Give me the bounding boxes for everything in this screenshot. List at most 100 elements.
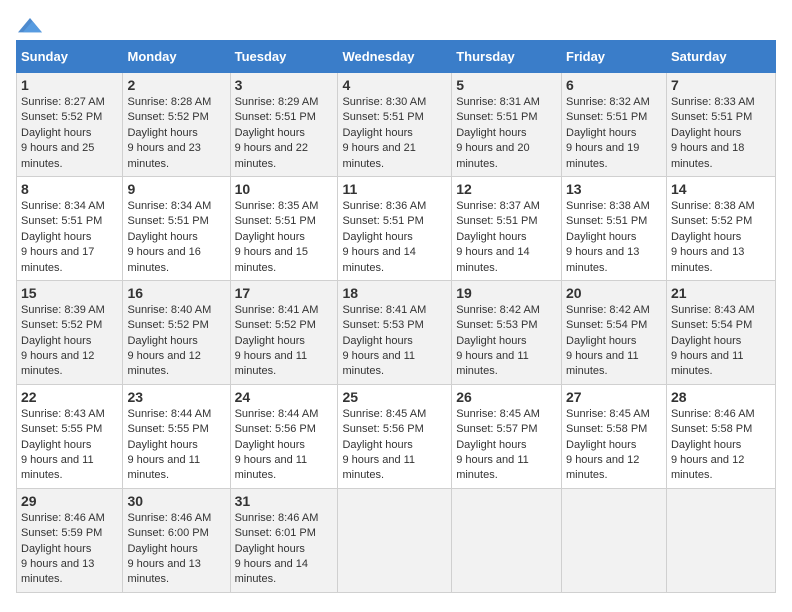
calendar-cell: 23 Sunrise: 8:44 AM Sunset: 5:55 PM Dayl… [123, 384, 230, 488]
calendar-cell: 12 Sunrise: 8:37 AM Sunset: 5:51 PM Dayl… [452, 176, 562, 280]
day-info: Sunrise: 8:46 AM Sunset: 5:58 PM Dayligh… [671, 407, 771, 484]
calendar-cell [666, 488, 775, 592]
day-number: 27 [566, 389, 662, 405]
calendar-cell: 4 Sunrise: 8:30 AM Sunset: 5:51 PM Dayli… [338, 73, 452, 177]
calendar-week-3: 15 Sunrise: 8:39 AM Sunset: 5:52 PM Dayl… [17, 280, 776, 384]
day-info: Sunrise: 8:33 AM Sunset: 5:51 PM Dayligh… [671, 95, 771, 172]
calendar-cell: 11 Sunrise: 8:36 AM Sunset: 5:51 PM Dayl… [338, 176, 452, 280]
calendar-cell: 28 Sunrise: 8:46 AM Sunset: 5:58 PM Dayl… [666, 384, 775, 488]
calendar-cell: 22 Sunrise: 8:43 AM Sunset: 5:55 PM Dayl… [17, 384, 123, 488]
day-number: 1 [21, 77, 118, 93]
day-number: 8 [21, 181, 118, 197]
header-tuesday: Tuesday [230, 41, 338, 73]
calendar-week-1: 1 Sunrise: 8:27 AM Sunset: 5:52 PM Dayli… [17, 73, 776, 177]
day-number: 14 [671, 181, 771, 197]
day-info: Sunrise: 8:34 AM Sunset: 5:51 PM Dayligh… [21, 199, 118, 276]
day-info: Sunrise: 8:38 AM Sunset: 5:52 PM Dayligh… [671, 199, 771, 276]
calendar-cell: 17 Sunrise: 8:41 AM Sunset: 5:52 PM Dayl… [230, 280, 338, 384]
header-monday: Monday [123, 41, 230, 73]
day-info: Sunrise: 8:27 AM Sunset: 5:52 PM Dayligh… [21, 95, 118, 172]
day-info: Sunrise: 8:36 AM Sunset: 5:51 PM Dayligh… [342, 199, 447, 276]
logo-icon [18, 16, 42, 36]
day-number: 19 [456, 285, 557, 301]
day-info: Sunrise: 8:41 AM Sunset: 5:52 PM Dayligh… [235, 303, 334, 380]
day-number: 28 [671, 389, 771, 405]
calendar-cell: 14 Sunrise: 8:38 AM Sunset: 5:52 PM Dayl… [666, 176, 775, 280]
calendar-cell: 26 Sunrise: 8:45 AM Sunset: 5:57 PM Dayl… [452, 384, 562, 488]
day-number: 5 [456, 77, 557, 93]
header-thursday: Thursday [452, 41, 562, 73]
header-sunday: Sunday [17, 41, 123, 73]
day-info: Sunrise: 8:37 AM Sunset: 5:51 PM Dayligh… [456, 199, 557, 276]
page-header [16, 16, 776, 32]
day-info: Sunrise: 8:45 AM Sunset: 5:58 PM Dayligh… [566, 407, 662, 484]
day-number: 30 [127, 493, 225, 509]
calendar-cell: 3 Sunrise: 8:29 AM Sunset: 5:51 PM Dayli… [230, 73, 338, 177]
calendar-cell: 1 Sunrise: 8:27 AM Sunset: 5:52 PM Dayli… [17, 73, 123, 177]
day-number: 2 [127, 77, 225, 93]
day-info: Sunrise: 8:38 AM Sunset: 5:51 PM Dayligh… [566, 199, 662, 276]
calendar-cell: 15 Sunrise: 8:39 AM Sunset: 5:52 PM Dayl… [17, 280, 123, 384]
day-number: 16 [127, 285, 225, 301]
calendar-cell: 29 Sunrise: 8:46 AM Sunset: 5:59 PM Dayl… [17, 488, 123, 592]
day-info: Sunrise: 8:46 AM Sunset: 6:01 PM Dayligh… [235, 511, 334, 588]
day-number: 18 [342, 285, 447, 301]
day-info: Sunrise: 8:35 AM Sunset: 5:51 PM Dayligh… [235, 199, 334, 276]
day-number: 21 [671, 285, 771, 301]
day-info: Sunrise: 8:28 AM Sunset: 5:52 PM Dayligh… [127, 95, 225, 172]
calendar-cell: 27 Sunrise: 8:45 AM Sunset: 5:58 PM Dayl… [562, 384, 667, 488]
logo [16, 16, 42, 32]
day-info: Sunrise: 8:30 AM Sunset: 5:51 PM Dayligh… [342, 95, 447, 172]
calendar-cell: 7 Sunrise: 8:33 AM Sunset: 5:51 PM Dayli… [666, 73, 775, 177]
day-number: 15 [21, 285, 118, 301]
day-number: 7 [671, 77, 771, 93]
day-info: Sunrise: 8:46 AM Sunset: 6:00 PM Dayligh… [127, 511, 225, 588]
day-info: Sunrise: 8:41 AM Sunset: 5:53 PM Dayligh… [342, 303, 447, 380]
calendar-week-5: 29 Sunrise: 8:46 AM Sunset: 5:59 PM Dayl… [17, 488, 776, 592]
calendar-week-2: 8 Sunrise: 8:34 AM Sunset: 5:51 PM Dayli… [17, 176, 776, 280]
calendar-cell: 16 Sunrise: 8:40 AM Sunset: 5:52 PM Dayl… [123, 280, 230, 384]
calendar-header-row: SundayMondayTuesdayWednesdayThursdayFrid… [17, 41, 776, 73]
day-info: Sunrise: 8:29 AM Sunset: 5:51 PM Dayligh… [235, 95, 334, 172]
day-number: 12 [456, 181, 557, 197]
calendar-cell: 25 Sunrise: 8:45 AM Sunset: 5:56 PM Dayl… [338, 384, 452, 488]
day-number: 9 [127, 181, 225, 197]
calendar-cell: 30 Sunrise: 8:46 AM Sunset: 6:00 PM Dayl… [123, 488, 230, 592]
day-number: 26 [456, 389, 557, 405]
day-info: Sunrise: 8:39 AM Sunset: 5:52 PM Dayligh… [21, 303, 118, 380]
day-info: Sunrise: 8:46 AM Sunset: 5:59 PM Dayligh… [21, 511, 118, 588]
calendar-cell: 31 Sunrise: 8:46 AM Sunset: 6:01 PM Dayl… [230, 488, 338, 592]
day-info: Sunrise: 8:42 AM Sunset: 5:54 PM Dayligh… [566, 303, 662, 380]
calendar-cell [452, 488, 562, 592]
calendar-cell [338, 488, 452, 592]
calendar-cell: 20 Sunrise: 8:42 AM Sunset: 5:54 PM Dayl… [562, 280, 667, 384]
day-info: Sunrise: 8:34 AM Sunset: 5:51 PM Dayligh… [127, 199, 225, 276]
day-number: 31 [235, 493, 334, 509]
day-number: 25 [342, 389, 447, 405]
calendar-table: SundayMondayTuesdayWednesdayThursdayFrid… [16, 40, 776, 593]
calendar-cell: 19 Sunrise: 8:42 AM Sunset: 5:53 PM Dayl… [452, 280, 562, 384]
day-info: Sunrise: 8:31 AM Sunset: 5:51 PM Dayligh… [456, 95, 557, 172]
day-info: Sunrise: 8:44 AM Sunset: 5:56 PM Dayligh… [235, 407, 334, 484]
day-number: 4 [342, 77, 447, 93]
day-info: Sunrise: 8:44 AM Sunset: 5:55 PM Dayligh… [127, 407, 225, 484]
day-info: Sunrise: 8:43 AM Sunset: 5:54 PM Dayligh… [671, 303, 771, 380]
calendar-cell: 18 Sunrise: 8:41 AM Sunset: 5:53 PM Dayl… [338, 280, 452, 384]
day-number: 10 [235, 181, 334, 197]
calendar-week-4: 22 Sunrise: 8:43 AM Sunset: 5:55 PM Dayl… [17, 384, 776, 488]
day-number: 11 [342, 181, 447, 197]
calendar-cell: 6 Sunrise: 8:32 AM Sunset: 5:51 PM Dayli… [562, 73, 667, 177]
calendar-cell: 5 Sunrise: 8:31 AM Sunset: 5:51 PM Dayli… [452, 73, 562, 177]
day-number: 24 [235, 389, 334, 405]
calendar-cell: 8 Sunrise: 8:34 AM Sunset: 5:51 PM Dayli… [17, 176, 123, 280]
calendar-cell: 13 Sunrise: 8:38 AM Sunset: 5:51 PM Dayl… [562, 176, 667, 280]
day-info: Sunrise: 8:45 AM Sunset: 5:56 PM Dayligh… [342, 407, 447, 484]
day-number: 17 [235, 285, 334, 301]
day-info: Sunrise: 8:43 AM Sunset: 5:55 PM Dayligh… [21, 407, 118, 484]
day-number: 20 [566, 285, 662, 301]
day-number: 22 [21, 389, 118, 405]
calendar-cell: 10 Sunrise: 8:35 AM Sunset: 5:51 PM Dayl… [230, 176, 338, 280]
header-friday: Friday [562, 41, 667, 73]
day-number: 6 [566, 77, 662, 93]
day-number: 23 [127, 389, 225, 405]
